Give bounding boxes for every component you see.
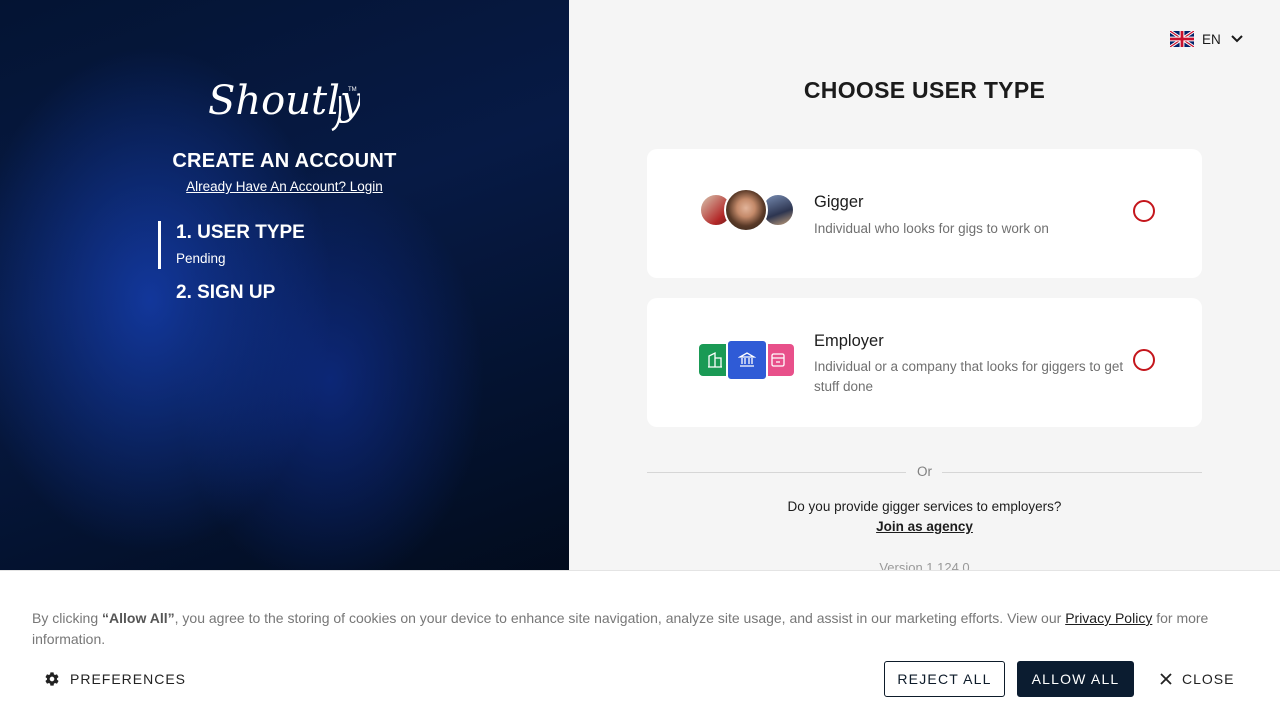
gigger-title: Gigger	[814, 193, 864, 211]
language-selector[interactable]: EN	[1170, 30, 1243, 48]
agency-question: Do you provide gigger services to employ…	[787, 499, 1062, 514]
preferences-button[interactable]: PREFERENCES	[44, 669, 186, 689]
language-code: EN	[1202, 31, 1221, 47]
close-icon	[1160, 673, 1172, 685]
svg-text:TM: TM	[348, 87, 357, 93]
preferences-label: PREFERENCES	[70, 671, 187, 687]
gear-icon	[45, 672, 59, 686]
create-account-title: CREATE AN ACCOUNT	[172, 150, 397, 172]
or-text: Or	[917, 464, 932, 479]
gigger-option-card[interactable]: Gigger Individual who looks for gigs to …	[647, 149, 1202, 278]
svg-text:Shoutly: Shoutly	[208, 78, 360, 124]
cookie-text-allow-all: “Allow All”	[102, 610, 175, 626]
reject-all-button[interactable]: REJECT ALL	[884, 661, 1005, 697]
gigger-description: Individual who looks for gigs to work on	[814, 221, 1049, 236]
employer-option-card[interactable]: Employer Individual or a company that lo…	[647, 298, 1202, 427]
gigger-radio[interactable]	[1133, 200, 1155, 222]
employer-title: Employer	[814, 332, 884, 350]
login-link[interactable]: Already Have An Account? Login	[0, 179, 569, 194]
step-sign-up: 2. SIGN UP	[176, 282, 276, 303]
employer-radio[interactable]	[1133, 349, 1155, 371]
uk-flag-icon	[1170, 31, 1194, 47]
close-label: CLOSE	[1182, 671, 1235, 687]
step-user-type: 1. USER TYPE	[176, 222, 305, 243]
chevron-down-icon	[1231, 35, 1243, 43]
employer-description: Individual or a company that looks for g…	[814, 359, 1124, 394]
active-step-indicator	[158, 221, 161, 269]
page-title: CHOOSE USER TYPE	[803, 77, 1046, 103]
allow-all-button[interactable]: ALLOW ALL	[1017, 661, 1134, 697]
cookie-banner: By clicking “Allow All”, you agree to th…	[0, 570, 1280, 720]
cookie-text-middle: , you agree to the storing of cookies on…	[174, 610, 1066, 626]
step-user-type-status: Pending	[176, 251, 226, 266]
join-agency-link[interactable]: Join as agency	[647, 519, 1202, 534]
cookie-text-start: By clicking	[32, 610, 103, 626]
or-divider: Or	[647, 463, 1202, 483]
shoutly-logo: Shoutly TM	[208, 74, 364, 132]
close-banner-button[interactable]: CLOSE	[1160, 669, 1234, 689]
cookie-text: By clicking “Allow All”, you agree to th…	[32, 608, 1252, 650]
privacy-policy-link[interactable]: Privacy Policy	[1065, 610, 1152, 626]
